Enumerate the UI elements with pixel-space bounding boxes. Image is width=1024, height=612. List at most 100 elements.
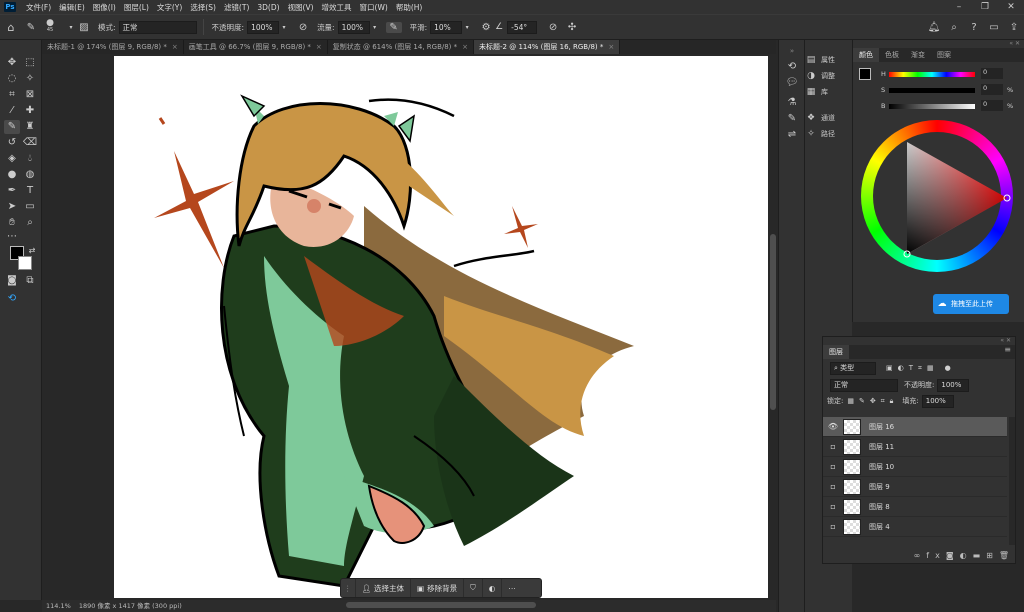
- b-value-input[interactable]: 0: [981, 100, 1003, 111]
- layers-scrollbar[interactable]: [1009, 417, 1015, 545]
- magic-wand-icon[interactable]: ✧: [22, 72, 38, 86]
- brush-panel-icon[interactable]: ⚗: [784, 96, 800, 110]
- pen-tool-icon[interactable]: ✒: [4, 184, 20, 198]
- horizontal-scrollbar[interactable]: [346, 602, 536, 608]
- visibility-toggle[interactable]: ▫: [823, 522, 843, 531]
- foreground-color-swatch[interactable]: [859, 68, 871, 80]
- filter-type-icons[interactable]: ▣◐T⌗▦: [886, 364, 939, 373]
- new-group-icon[interactable]: ▬: [973, 551, 987, 560]
- layer-row[interactable]: ▫ 图层 9: [823, 477, 1007, 497]
- brightness-slider[interactable]: [889, 104, 975, 109]
- eraser-icon[interactable]: ⌫: [22, 136, 38, 150]
- hand-tool-icon[interactable]: ✋︎: [4, 216, 20, 230]
- home-icon[interactable]: ⌂: [0, 21, 22, 34]
- background-color-swatch[interactable]: [18, 256, 32, 270]
- minimize-icon[interactable]: –: [946, 0, 972, 14]
- tab-gradients[interactable]: 渐变: [905, 48, 931, 62]
- menu-help[interactable]: 帮助(H): [392, 2, 427, 13]
- saturation-slider[interactable]: [889, 88, 975, 93]
- scroll-thumb[interactable]: [770, 234, 776, 410]
- tab-untitled-1[interactable]: 未标题-1 @ 174% (图层 9, RGB/8) * ×: [42, 40, 184, 54]
- dodge-tool-icon[interactable]: ●: [4, 168, 20, 182]
- hue-slider[interactable]: [889, 72, 975, 77]
- crop-tool-icon[interactable]: ⌗: [4, 88, 20, 102]
- tab-copy-state[interactable]: 复制状态 @ 614% (图层 14, RGB/8) * ×: [328, 40, 475, 54]
- photoshop-logo[interactable]: Ps: [4, 2, 16, 12]
- select-subject-button[interactable]: 👤︎ 选择主体: [356, 579, 412, 597]
- healing-brush-icon[interactable]: ✚: [22, 104, 38, 118]
- visibility-toggle[interactable]: ▫: [823, 482, 843, 491]
- close-icon[interactable]: ✕: [998, 0, 1024, 14]
- channels-panel-button[interactable]: ❖ 通道: [805, 110, 852, 126]
- adjust-panel-icon[interactable]: ⇌: [784, 128, 800, 142]
- delete-layer-icon[interactable]: 🗑︎: [999, 551, 1015, 560]
- layer-filter-select[interactable]: ⌕ 类型: [830, 361, 876, 375]
- adjustment-layer-icon[interactable]: ◐: [960, 551, 973, 560]
- chevron-down-icon[interactable]: ▾: [66, 24, 76, 31]
- lock-icons[interactable]: ▦✎✥⌗🔒︎: [847, 397, 898, 406]
- close-icon[interactable]: ×: [608, 43, 614, 51]
- help-icon[interactable]: ?: [964, 22, 984, 33]
- layer-opacity-input[interactable]: 100%: [937, 378, 970, 392]
- adjustment-button[interactable]: ◐: [483, 579, 503, 597]
- zoom-tool-icon[interactable]: ⌕: [22, 216, 38, 230]
- menu-window[interactable]: 窗口(W): [356, 2, 392, 13]
- flow-input[interactable]: 100%: [337, 20, 370, 34]
- pressure-size-icon[interactable]: ⊘: [543, 22, 563, 33]
- h-value-input[interactable]: 0: [981, 68, 1003, 79]
- layer-row[interactable]: ▫ 图层 11: [823, 437, 1007, 457]
- color-wheel[interactable]: [861, 120, 1013, 272]
- upload-button[interactable]: ☁ 拖拽至此上传: [933, 294, 1009, 314]
- collapse-icon[interactable]: »: [784, 44, 800, 58]
- move-tool-icon[interactable]: ✥: [4, 56, 20, 70]
- gear-icon[interactable]: ⚙: [478, 22, 494, 33]
- close-icon[interactable]: ×: [462, 43, 468, 51]
- brush-settings-icon[interactable]: ▨: [76, 22, 92, 33]
- layer-row[interactable]: ▫ 图层 4: [823, 517, 1007, 537]
- menu-file[interactable]: 文件(F): [22, 2, 55, 13]
- collapse-icon[interactable]: « ✕: [823, 337, 1015, 345]
- airbrush-icon[interactable]: ✎: [385, 21, 402, 33]
- comments-panel-icon[interactable]: 💬︎: [784, 76, 800, 90]
- brush-settings-panel-icon[interactable]: ✎: [784, 112, 800, 126]
- paint-bucket-icon[interactable]: ◈: [4, 152, 20, 166]
- bell-icon[interactable]: 🔔︎: [924, 22, 944, 33]
- properties-panel-button[interactable]: ▤ 属性: [805, 52, 852, 68]
- visibility-toggle[interactable]: ▫: [823, 462, 843, 471]
- restore-icon[interactable]: ❐: [972, 0, 998, 14]
- brush-preset-picker[interactable]: ● 45: [40, 19, 60, 34]
- fx-icon[interactable]: fx: [926, 551, 946, 560]
- brush-tool-icon[interactable]: ✎: [4, 120, 20, 134]
- layer-row[interactable]: ▫ 图层 10: [823, 457, 1007, 477]
- marquee-tool-icon[interactable]: ⬚: [22, 56, 38, 70]
- zoom-level[interactable]: 114.1%: [46, 602, 71, 610]
- chevron-down-icon[interactable]: ▾: [370, 24, 380, 31]
- filter-toggle-icon[interactable]: ●: [945, 364, 951, 372]
- stamp-tool-icon[interactable]: ♜: [22, 120, 38, 134]
- layer-row[interactable]: ▫ 图层 8: [823, 497, 1007, 517]
- menu-select[interactable]: 选择(S): [186, 2, 220, 13]
- extra-tool-icon[interactable]: ⟲: [4, 292, 20, 306]
- quick-mask-icon[interactable]: ◙: [4, 274, 20, 288]
- link-layers-icon[interactable]: ∞: [914, 551, 927, 560]
- blur-tool-icon[interactable]: 💧︎: [22, 152, 38, 166]
- frame-tool-icon[interactable]: ⊠: [22, 88, 38, 102]
- document-info[interactable]: 1890 像素 x 1417 像素 (300 ppi): [79, 602, 182, 610]
- collapse-icon[interactable]: « ✕: [853, 40, 1024, 48]
- eye-icon[interactable]: 👁︎: [823, 422, 843, 431]
- chevron-down-icon[interactable]: ▾: [462, 24, 472, 31]
- paths-panel-button[interactable]: ✧ 路径: [805, 126, 852, 142]
- visibility-toggle[interactable]: ▫: [823, 502, 843, 511]
- close-icon[interactable]: ×: [172, 43, 178, 51]
- share-icon[interactable]: ⇪: [1004, 22, 1024, 33]
- tab-color[interactable]: 颜色: [853, 48, 879, 62]
- path-select-icon[interactable]: ➤: [4, 200, 20, 214]
- close-icon[interactable]: ×: [316, 43, 322, 51]
- sponge-tool-icon[interactable]: ◍: [22, 168, 38, 182]
- type-tool-icon[interactable]: T: [22, 184, 38, 198]
- lasso-tool-icon[interactable]: ◌: [4, 72, 20, 86]
- tab-brush-tool[interactable]: 画笔工具 @ 66.7% (图层 9, RGB/8) * ×: [184, 40, 328, 54]
- screen-mode-icon[interactable]: ⧉: [22, 274, 38, 288]
- search-icon[interactable]: ⌕: [944, 22, 964, 33]
- add-mask-icon[interactable]: ◙: [946, 551, 960, 560]
